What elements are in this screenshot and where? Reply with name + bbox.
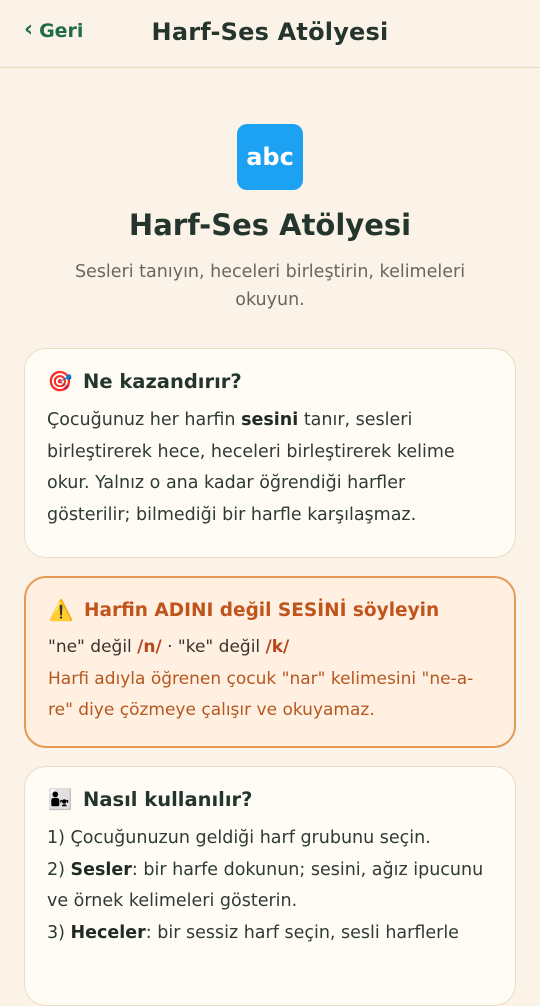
hero-subtitle: Sesleri tanıyın, heceleri birleştirin, k…	[74, 262, 466, 310]
howto-card-title: Nasıl kullanılır?	[83, 787, 253, 811]
benefit-text-part: Çocuğunuz her harfin	[47, 410, 242, 430]
family-icon: 👨‍👧	[47, 787, 73, 811]
howto-step-3: 3) Heceler: bir sessiz harf seçin, sesli…	[47, 918, 493, 950]
step-keyword: Heceler	[70, 922, 146, 943]
warning-card-title: Harfin ADINI değil SESİNİ söyleyin	[84, 599, 440, 621]
page-title: Harf-Ses Atölyesi	[151, 18, 389, 46]
benefit-text-bold: sesini	[241, 410, 299, 430]
sound-example: /k/	[265, 637, 290, 657]
step-keyword: Sesler	[70, 859, 132, 880]
warning-example-line: "ne" değil /n/ · "ke" değil /k/	[48, 632, 492, 664]
hero-title: Harf-Ses Atölyesi	[128, 208, 412, 242]
howto-card: 👨‍👧 Nasıl kullanılır? 1) Çocuğunuzun gel…	[24, 766, 516, 1006]
step-number: 3)	[47, 922, 71, 943]
howto-step-2: 2) Sesler: bir harfe dokunun; sesini, ağ…	[47, 855, 493, 918]
step-text: : bir sessiz harf seçin, sesli harflerle	[145, 922, 459, 943]
top-bar: ‹ Geri Harf-Ses Atölyesi	[0, 0, 540, 68]
warning-text-part: · "ke" değil	[161, 637, 266, 657]
sound-example: /n/	[137, 637, 162, 657]
benefit-card-title: Ne kazandırır?	[83, 369, 242, 393]
howto-steps: 1) Çocuğunuzun geldiği harf grubunu seçi…	[47, 823, 493, 949]
warning-card-text: "ne" değil /n/ · "ke" değil /k/ Harfi ad…	[48, 632, 492, 727]
warning-card-header: ⚠️ Harfin ADINI değil SESİNİ söyleyin	[48, 598, 492, 622]
benefit-card: 🎯 Ne kazandırır? Çocuğunuz her harfin se…	[24, 348, 516, 558]
howto-card-header: 👨‍👧 Nasıl kullanılır?	[47, 787, 493, 811]
warning-icon: ⚠️	[48, 598, 74, 622]
benefit-card-text: Çocuğunuz her harfin sesini tanır, sesle…	[47, 405, 493, 531]
warning-card: ⚠️ Harfin ADINI değil SESİNİ söyleyin "n…	[24, 576, 516, 748]
warning-text-part: "ne" değil	[48, 637, 138, 657]
target-icon: 🎯	[47, 369, 73, 393]
howto-step-1: 1) Çocuğunuzun geldiği harf grubunu seçi…	[47, 828, 431, 848]
warning-explanation: Harfi adıyla öğrenen çocuk "nar" kelimes…	[48, 668, 474, 721]
abc-icon: abc	[237, 124, 303, 190]
benefit-card-header: 🎯 Ne kazandırır?	[47, 369, 493, 393]
step-number: 2)	[47, 859, 71, 880]
